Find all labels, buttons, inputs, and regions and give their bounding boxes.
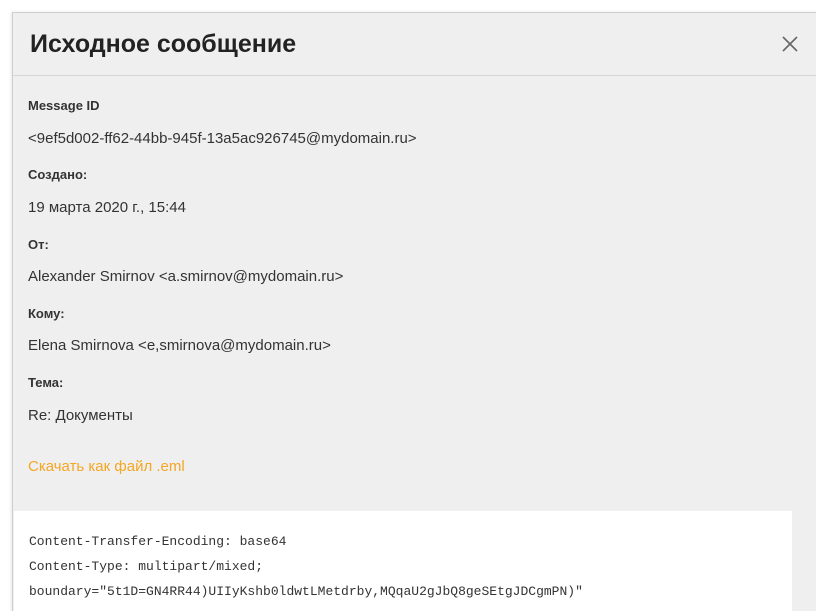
- from-label: От:: [28, 237, 49, 252]
- from-value: Alexander Smirnov <a.smirnov@mydomain.ru…: [28, 268, 344, 285]
- close-button[interactable]: [777, 31, 803, 57]
- to-label: Кому:: [28, 306, 65, 321]
- raw-source-panel[interactable]: Content-Transfer-Encoding: base64 Conten…: [14, 511, 792, 611]
- dialog-title: Исходное сообщение: [30, 30, 297, 58]
- download-eml-link[interactable]: Скачать как файл .eml: [28, 458, 185, 476]
- message-id-value: <9ef5d002-ff62-44bb-945f-13a5ac926745@my…: [28, 130, 417, 147]
- raw-source-line: boundary="5t1D=GN4RR44)UIIyKshb0ldwtLMet…: [29, 584, 583, 599]
- message-id-label: Message ID: [28, 98, 100, 113]
- subject-label: Тема:: [28, 375, 64, 390]
- created-value: 19 марта 2020 г., 15:44: [28, 199, 186, 216]
- raw-source-line: Content-Type: multipart/mixed;: [29, 559, 264, 574]
- close-icon: [782, 36, 798, 52]
- raw-source-line: Content-Transfer-Encoding: base64: [29, 534, 287, 549]
- to-value: Elena Smirnova <e,smirnova@mydomain.ru>: [28, 337, 331, 354]
- original-message-dialog: Исходное сообщение Message ID <9ef5d002-…: [12, 12, 816, 611]
- created-label: Создано:: [28, 167, 88, 182]
- dialog-header: Исходное сообщение: [13, 13, 816, 76]
- subject-value: Re: Документы: [28, 407, 133, 424]
